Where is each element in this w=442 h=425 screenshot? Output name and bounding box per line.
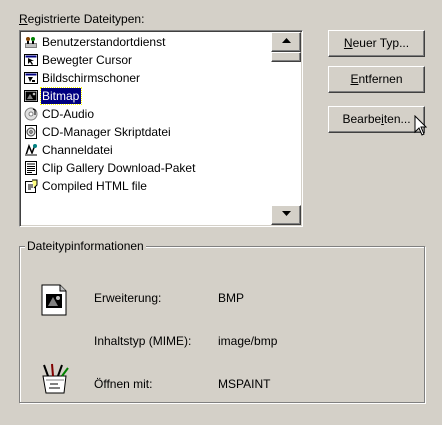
edit-label-post: ten... — [383, 112, 411, 126]
scroll-thumb[interactable] — [271, 52, 301, 62]
list-scrollbar[interactable] — [271, 32, 301, 225]
registered-file-types-label: Registrierte Dateitypen: — [19, 12, 144, 26]
new-type-button[interactable]: Neuer Typ... — [328, 30, 425, 57]
edit-label-pre: Bearbe — [342, 112, 382, 126]
list-item[interactable]: Clip Gallery Download-Paket — [22, 159, 197, 177]
open-with-label: Öffnen mit: — [94, 377, 153, 391]
new-type-mnemonic: N — [343, 36, 353, 50]
mime-type-label: Inhaltstyp (MIME): — [94, 334, 192, 348]
bitmap-icon — [24, 90, 38, 102]
cd-audio-icon — [24, 107, 38, 121]
label-mnemonic: R — [19, 12, 28, 26]
scroll-down-button[interactable] — [271, 205, 301, 225]
list-item[interactable]: Compiled HTML file — [22, 177, 149, 195]
list-item-label: CD-Manager Skriptdatei — [42, 125, 171, 139]
mouse-pointer-icon — [414, 115, 428, 136]
chm-file-icon — [25, 179, 38, 193]
animated-cursor-icon — [24, 54, 38, 66]
label-text: egistrierte Dateitypen: — [27, 12, 145, 26]
list-item[interactable]: Bewegter Cursor — [22, 51, 134, 69]
list-item-label: Bildschirmschoner — [42, 71, 141, 85]
network-users-icon — [25, 37, 37, 48]
list-item-label: CD-Audio — [42, 107, 95, 121]
list-item[interactable]: CD-Audio — [22, 105, 96, 123]
edit-button[interactable]: Bearbeiten... — [328, 106, 425, 133]
extension-value: BMP — [218, 291, 245, 305]
scroll-up-arrow-icon — [281, 38, 291, 43]
screensaver-icon — [24, 72, 38, 84]
paint-program-icon — [42, 363, 69, 394]
open-with-value: MSPAINT — [218, 377, 271, 391]
list-item[interactable]: Benutzerstandortdienst — [22, 33, 167, 51]
scroll-up-button[interactable] — [271, 32, 301, 52]
list-item-label: Bitmap — [39, 87, 83, 105]
bitmap-file-icon — [41, 284, 67, 316]
list-item[interactable]: Bildschirmschoner — [22, 69, 142, 87]
group-title: Dateitypinformationen — [25, 239, 146, 253]
list-item-selected[interactable]: Bitmap — [22, 87, 83, 105]
remove-label: ntfernen — [358, 72, 403, 86]
list-item[interactable]: Channeldatei — [22, 141, 115, 159]
list-item-label: Benutzerstandortdienst — [42, 35, 166, 49]
list-item-label: Channeldatei — [42, 143, 113, 157]
list-item-label: Compiled HTML file — [42, 179, 147, 193]
scroll-down-arrow-icon — [281, 211, 291, 216]
cd-script-icon — [25, 125, 37, 139]
list-item-label: Bewegter Cursor — [42, 53, 133, 67]
channel-file-icon — [25, 143, 37, 156]
new-type-label: euer Typ... — [352, 36, 410, 50]
clip-gallery-icon — [25, 161, 37, 175]
list-item-label: Clip Gallery Download-Paket — [42, 161, 196, 175]
mime-type-value: image/bmp — [218, 334, 278, 348]
extension-label: Erweiterung: — [94, 291, 162, 305]
remove-button[interactable]: Entfernen — [328, 66, 425, 93]
file-types-list[interactable]: Benutzerstandortdienst Bewegter Cursor B… — [19, 30, 303, 227]
list-item[interactable]: CD-Manager Skriptdatei — [22, 123, 173, 141]
